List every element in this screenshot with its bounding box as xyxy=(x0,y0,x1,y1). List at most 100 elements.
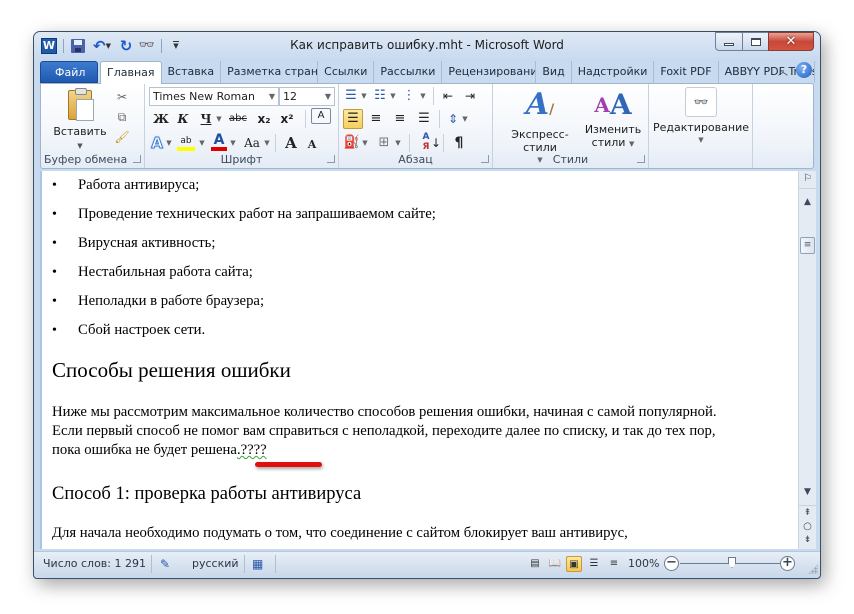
select-browse-object-button[interactable]: ○ xyxy=(799,521,816,532)
scrollbar-thumb[interactable]: ≡ xyxy=(800,237,815,254)
change-case-dropdown-icon[interactable]: ▼ xyxy=(263,134,271,152)
body-paragraph: Ниже мы рассмотрим максимальное количест… xyxy=(52,403,798,460)
tab-page-layout[interactable]: Разметка страні xyxy=(221,61,319,83)
previous-page-button[interactable]: ⇞ xyxy=(799,505,816,518)
tab-references[interactable]: Ссылки xyxy=(318,61,375,83)
tab-file[interactable]: Файл xyxy=(40,61,98,83)
maximize-icon xyxy=(750,37,761,46)
superscript-button[interactable]: x² xyxy=(278,110,296,128)
font-name-select[interactable]: Times New Roman ▼ xyxy=(149,87,279,106)
decrease-indent-icon[interactable]: ⇤ xyxy=(439,87,457,105)
help-icon[interactable]: ? xyxy=(796,62,812,78)
align-left-button[interactable]: ☰ xyxy=(343,109,363,129)
highlight-color-icon[interactable]: ab xyxy=(177,132,195,151)
tab-insert[interactable]: Вставка xyxy=(162,61,222,83)
borders-dropdown-icon[interactable]: ▼ xyxy=(394,134,402,152)
text-effects-icon[interactable]: A xyxy=(149,134,165,153)
underline-button[interactable]: Ч xyxy=(198,110,214,128)
zoom-out-button[interactable]: − xyxy=(664,556,679,571)
zoom-in-button[interactable]: + xyxy=(780,556,795,571)
line-spacing-dropdown-icon[interactable]: ▼ xyxy=(461,110,469,128)
underline-dropdown-icon[interactable]: ▼ xyxy=(215,110,223,128)
zoom-slider-thumb[interactable] xyxy=(728,557,736,568)
copy-icon[interactable]: ⧉ xyxy=(113,110,131,125)
subscript-button[interactable]: x₂ xyxy=(255,110,273,128)
outline-view-button[interactable]: ☰ xyxy=(586,556,602,572)
grow-font-button[interactable]: A xyxy=(283,134,299,152)
font-size-select[interactable]: 12 ▼ xyxy=(279,87,335,106)
shrink-font-button[interactable]: A xyxy=(305,136,319,154)
minimize-button[interactable] xyxy=(715,32,742,51)
zoom-level[interactable]: 100% xyxy=(628,552,659,576)
change-styles-label-2: стили ▼ xyxy=(583,136,643,151)
numbering-dropdown-icon[interactable]: ▼ xyxy=(389,87,397,105)
tab-view[interactable]: Вид xyxy=(536,61,572,83)
full-screen-reading-view-button[interactable]: 📖 xyxy=(547,556,563,572)
font-color-dropdown-icon[interactable]: ▼ xyxy=(229,134,237,152)
format-painter-icon[interactable]: 🖌 xyxy=(113,130,131,144)
shading-icon[interactable]: ⛽ xyxy=(343,134,361,152)
text-effects-dropdown-icon[interactable]: ▼ xyxy=(165,134,173,152)
numbering-icon[interactable]: ☷ xyxy=(372,87,388,105)
tab-review[interactable]: Рецензировани xyxy=(442,61,537,83)
collapse-ribbon-icon[interactable]: ︿ xyxy=(778,63,788,78)
tab-home[interactable]: Главная xyxy=(100,61,162,84)
align-center-icon[interactable]: ≡ xyxy=(367,110,385,128)
increase-indent-icon[interactable]: ⇥ xyxy=(461,87,479,105)
highlight-dropdown-icon[interactable]: ▼ xyxy=(198,134,206,152)
clear-formatting-icon[interactable]: A xyxy=(311,108,331,124)
cut-icon[interactable]: ✂ xyxy=(113,90,131,104)
proofing-icon[interactable]: ✎ xyxy=(160,552,170,576)
view-ruler-button[interactable]: ⚐ xyxy=(799,173,816,189)
bold-button[interactable]: Ж xyxy=(153,110,169,128)
font-color-swatch xyxy=(211,147,227,151)
editing-button[interactable]: 👓 Редактирование ▼ xyxy=(649,87,753,147)
show-formatting-button[interactable]: ¶ xyxy=(451,134,467,152)
maximize-button[interactable] xyxy=(742,32,768,51)
word-count[interactable]: Число слов: 1 291 xyxy=(43,552,146,576)
macro-recording-icon[interactable]: ▦ xyxy=(252,552,263,576)
borders-icon[interactable]: ⊞ xyxy=(375,134,393,152)
styles-launcher-icon[interactable] xyxy=(637,155,645,163)
clipboard-launcher-icon[interactable] xyxy=(133,155,141,163)
change-styles-button[interactable]: AA Изменить стили ▼ xyxy=(583,87,643,151)
bullet-text: Вирусная активность; xyxy=(78,235,216,251)
paragraph-launcher-icon[interactable] xyxy=(481,155,489,163)
line-spacing-icon[interactable]: ⇕ xyxy=(445,110,461,128)
draft-view-button[interactable]: ≡ xyxy=(606,556,622,572)
ribbon-help-area: ︿ ? xyxy=(778,62,812,78)
tab-addins[interactable]: Надстройки xyxy=(572,61,655,83)
strikethrough-button[interactable]: abc xyxy=(227,110,249,128)
tab-foxit-pdf[interactable]: Foxit PDF xyxy=(654,61,719,83)
bullets-dropdown-icon[interactable]: ▼ xyxy=(360,87,368,105)
next-page-button[interactable]: ⇟ xyxy=(799,535,816,545)
web-layout-view-button[interactable]: ▣ xyxy=(566,556,582,572)
paragraph-line: Если первый способ не помог вам справить… xyxy=(52,423,716,439)
shading-dropdown-icon[interactable]: ▼ xyxy=(361,134,369,152)
styles-group: A/ Экспресс-стили ▼ AA Изменить стили ▼ … xyxy=(493,84,649,168)
tab-mailings[interactable]: Рассылки xyxy=(374,61,443,83)
font-color-icon[interactable]: A xyxy=(211,131,227,151)
close-button[interactable]: ✕ xyxy=(768,32,814,51)
italic-button[interactable]: К xyxy=(175,110,191,128)
language-indicator[interactable]: русский xyxy=(192,552,239,576)
font-launcher-icon[interactable] xyxy=(327,155,335,163)
multilevel-list-icon[interactable]: ⋮ xyxy=(401,87,417,105)
scroll-down-button[interactable]: ▼ xyxy=(799,487,816,497)
resize-grip[interactable] xyxy=(808,564,818,574)
paste-button[interactable]: Вставить ▼ xyxy=(53,88,107,150)
document-area[interactable]: • Работа антивируса; • Проведение техническ… xyxy=(40,171,798,549)
bullets-icon[interactable]: ☰ xyxy=(343,87,359,105)
print-layout-view-button[interactable]: ▤ xyxy=(527,556,543,572)
scroll-up-button[interactable]: ▲ xyxy=(799,197,816,207)
chevron-down-icon: ▼ xyxy=(77,142,83,150)
vertical-scrollbar[interactable]: ⚐ ▲ ≡ ▼ ⇞ ○ ⇟ xyxy=(798,171,816,549)
align-right-icon[interactable]: ≡ xyxy=(391,110,409,128)
multilevel-dropdown-icon[interactable]: ▼ xyxy=(419,87,427,105)
paragraph-line-text: пока ошибка не будет решена xyxy=(52,442,237,458)
justify-icon[interactable]: ☰ xyxy=(415,110,433,128)
change-case-button[interactable]: Aa xyxy=(241,134,263,152)
grammar-flagged-text[interactable]: .???? xyxy=(237,442,267,458)
clipboard-icon xyxy=(68,88,94,121)
bullet-text: Неполадки в работе браузера; xyxy=(78,293,265,309)
